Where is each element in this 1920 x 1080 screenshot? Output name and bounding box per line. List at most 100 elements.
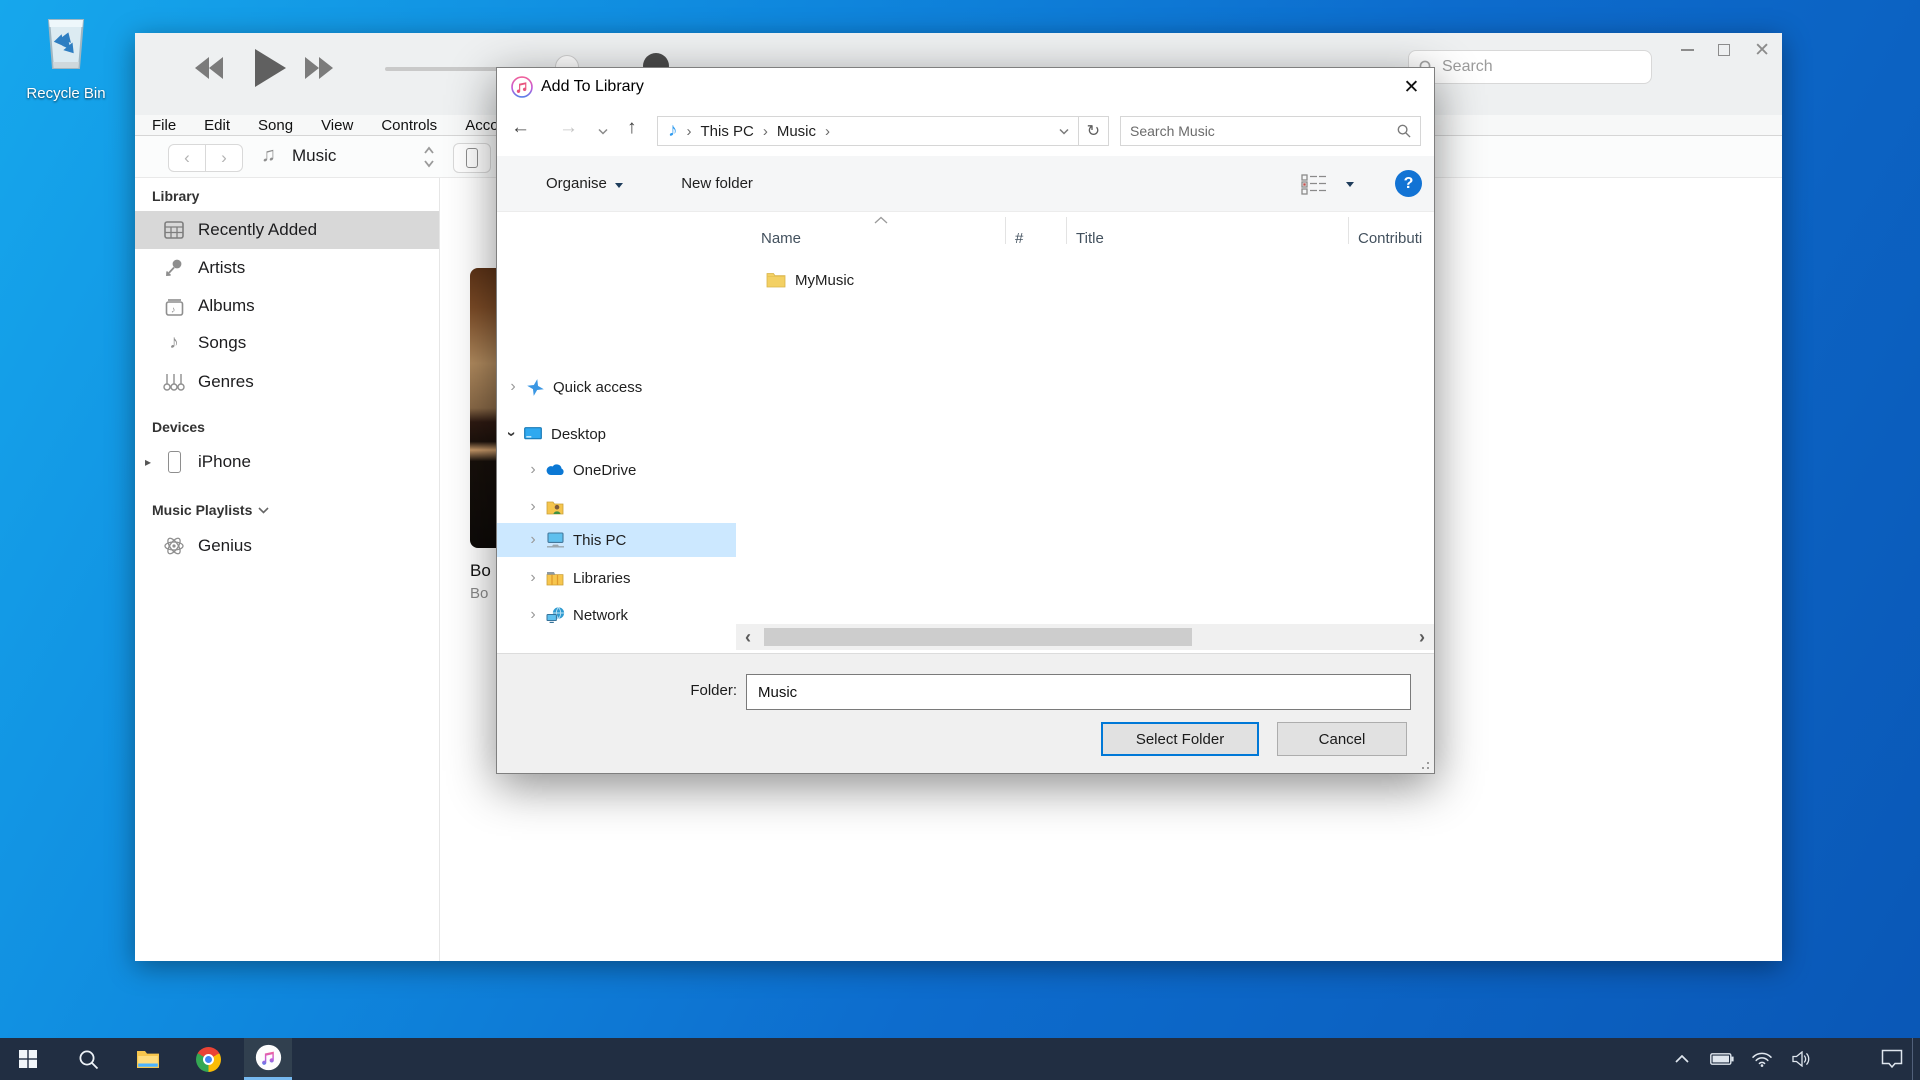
new-folder-button[interactable]: New folder	[681, 175, 753, 192]
volume-icon[interactable]	[1782, 1038, 1822, 1080]
hidden-icons-chevron[interactable]	[1662, 1038, 1702, 1080]
sidebar-item-recently-added[interactable]: Recently Added	[135, 211, 439, 249]
expander-icon[interactable]: ▸	[145, 455, 151, 469]
menu-edit[interactable]: Edit	[204, 117, 230, 134]
scroll-right-icon[interactable]: ›	[1410, 627, 1434, 648]
show-desktop-button[interactable]	[1912, 1038, 1920, 1080]
devices-section-header: Devices	[152, 417, 205, 437]
rewind-button[interactable]	[193, 55, 257, 81]
organise-button[interactable]: Organise	[546, 175, 623, 192]
taskbar-file-explorer[interactable]	[124, 1038, 172, 1080]
column-header-contributing[interactable]: Contributi	[1358, 220, 1422, 257]
forward-button[interactable]: ›	[205, 144, 243, 172]
dialog-toolbar: Organise New folder ?	[497, 156, 1434, 212]
file-row-mymusic[interactable]: MyMusic	[736, 263, 1434, 297]
itunes-search-box[interactable]	[1408, 50, 1652, 84]
start-button[interactable]	[4, 1038, 52, 1080]
tree-item-desktop[interactable]: › Desktop	[497, 417, 736, 451]
help-button[interactable]: ?	[1395, 170, 1422, 197]
folder-field-label: Folder:	[497, 682, 737, 699]
sort-ascending-icon	[873, 216, 889, 225]
dialog-search-input[interactable]	[1130, 123, 1397, 139]
music-playlists-section-header[interactable]: Music Playlists	[152, 500, 269, 520]
view-dropdown-caret-icon[interactable]	[1346, 182, 1354, 187]
itunes-icon	[255, 1044, 282, 1071]
chevron-right-icon[interactable]: ›	[525, 606, 541, 624]
folder-tree: › Quick access › Desktop ›	[497, 212, 736, 653]
tree-item-network[interactable]: › Network	[497, 598, 736, 632]
breadcrumb-music[interactable]: Music	[777, 123, 816, 140]
address-dropdown-icon[interactable]	[1059, 128, 1069, 135]
nav-forward-icon[interactable]: →	[559, 117, 578, 139]
search-input[interactable]	[1442, 58, 1622, 76]
horizontal-scrollbar[interactable]: ‹ ›	[736, 624, 1434, 650]
dialog-close-button[interactable]: ✕	[1389, 68, 1434, 106]
resize-grip[interactable]	[1417, 757, 1429, 769]
back-button[interactable]: ‹	[168, 144, 206, 172]
fast-forward-button[interactable]	[303, 55, 367, 81]
folder-name-input[interactable]	[746, 674, 1411, 710]
chevron-right-icon[interactable]: ›	[525, 531, 541, 549]
recycle-bin-shortcut[interactable]: Recycle Bin	[14, 12, 118, 102]
sidebar-item-iphone[interactable]: ▸ iPhone	[135, 443, 439, 481]
taskbar-itunes-active[interactable]	[244, 1038, 292, 1080]
breadcrumb[interactable]: ♪ › This PC › Music › ↻	[657, 116, 1109, 146]
sidebar-item-genius[interactable]: Genius	[135, 527, 439, 565]
nav-back-icon[interactable]: ←	[511, 117, 530, 139]
recycle-bin-label: Recycle Bin	[14, 85, 118, 102]
menu-controls[interactable]: Controls	[381, 117, 437, 134]
close-button[interactable]: ✕	[1754, 41, 1770, 60]
scrollbar-thumb[interactable]	[764, 628, 1192, 646]
sidebar-item-artists[interactable]: Artists	[135, 249, 439, 287]
column-header-title[interactable]: Title	[1076, 220, 1104, 257]
nav-history-chevron-icon[interactable]	[598, 128, 608, 135]
column-header-number[interactable]: #	[1015, 220, 1023, 257]
scroll-left-icon[interactable]: ‹	[736, 627, 760, 648]
taskbar-search-button[interactable]	[64, 1038, 112, 1080]
sidebar-item-albums[interactable]: ♪ Albums	[135, 287, 439, 325]
search-icon	[78, 1049, 99, 1070]
tree-item-quick-access[interactable]: › Quick access	[497, 370, 736, 404]
battery-icon[interactable]	[1702, 1038, 1742, 1080]
section-chevron-icon	[258, 506, 269, 514]
nav-up-icon[interactable]: ↑	[627, 117, 637, 139]
volume-slider[interactable]	[385, 67, 507, 71]
media-kind-selector[interactable]: Music	[292, 146, 336, 166]
dialog-search-box[interactable]	[1120, 116, 1421, 146]
chevron-right-icon[interactable]: ›	[525, 461, 541, 479]
music-note-icon: ♫	[261, 144, 276, 167]
menu-song[interactable]: Song	[258, 117, 293, 134]
sidebar-item-songs[interactable]: ♪ Songs	[135, 324, 439, 362]
play-button[interactable]	[253, 48, 287, 88]
genres-icon	[162, 372, 186, 392]
tree-item-user-folder[interactable]: ›	[497, 490, 736, 524]
user-folder-icon	[545, 500, 565, 515]
chevron-right-icon[interactable]: ›	[505, 378, 521, 396]
minimize-button[interactable]	[1681, 49, 1694, 51]
refresh-icon[interactable]: ↻	[1079, 121, 1108, 141]
action-center-icon[interactable]	[1872, 1038, 1912, 1080]
dialog-titlebar[interactable]: Add To Library ✕	[497, 68, 1434, 106]
chevron-right-icon[interactable]: ›	[525, 498, 541, 516]
tree-item-this-pc[interactable]: › This PC	[497, 523, 736, 557]
cancel-button[interactable]: Cancel	[1277, 722, 1407, 756]
tree-item-onedrive[interactable]: › OneDrive	[497, 453, 736, 487]
dropdown-caret-icon	[615, 183, 623, 188]
dialog-address-bar: ← → ↑ ♪ › This PC › Music › ↻	[497, 112, 1434, 150]
chevron-right-icon[interactable]: ›	[525, 569, 541, 587]
menu-view[interactable]: View	[321, 117, 353, 134]
desktop-icon	[523, 427, 543, 442]
column-header-name[interactable]: Name	[761, 220, 801, 257]
details-view-icon[interactable]	[1301, 174, 1327, 195]
tree-item-libraries[interactable]: › Libraries	[497, 561, 736, 595]
taskbar-chrome[interactable]	[184, 1038, 232, 1080]
chevron-down-icon[interactable]: ›	[502, 426, 520, 442]
sidebar-item-genres[interactable]: Genres	[135, 363, 439, 401]
wifi-icon[interactable]	[1742, 1038, 1782, 1080]
device-button[interactable]	[453, 143, 491, 173]
maximize-button[interactable]	[1718, 44, 1730, 56]
select-folder-button[interactable]: Select Folder	[1101, 722, 1259, 756]
menu-file[interactable]: File	[152, 117, 176, 134]
itunes-sidebar: Library Recently Added Artists ♪ Albums	[135, 178, 440, 961]
breadcrumb-this-pc[interactable]: This PC	[701, 123, 754, 140]
